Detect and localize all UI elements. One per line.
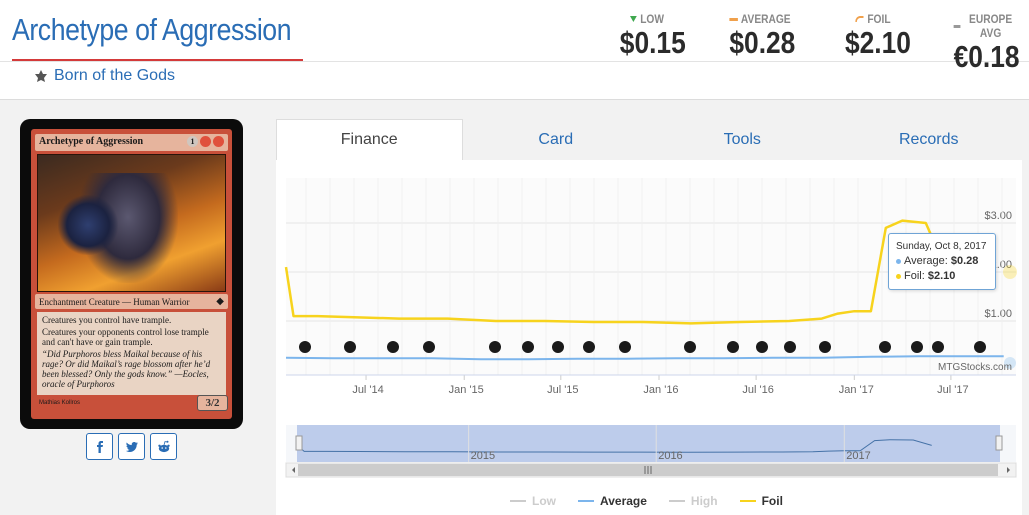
set-symbol-icon: [583, 341, 595, 353]
y-tick-label: $3.00: [984, 210, 1012, 222]
set-symbol-icon: [684, 341, 696, 353]
legend-item-average[interactable]: Average: [578, 494, 647, 508]
set-symbol-icon: [387, 341, 399, 353]
x-tick-label: Jan '15: [449, 384, 484, 396]
tooltip-foil-value: $2.10: [927, 270, 956, 282]
navigator-year-label: 2015: [471, 450, 495, 462]
set-symbol-icon: [932, 341, 944, 353]
set-symbol-icon: [727, 341, 739, 353]
set-symbol-icon: [784, 341, 796, 353]
set-symbol-icon: [619, 341, 631, 353]
navigator-handle: [295, 435, 303, 451]
set-symbol-icon: [344, 341, 356, 353]
navigator-selection: [297, 425, 1000, 462]
x-tick-label: Jul '14: [352, 384, 383, 396]
chart-legend: Low Average High Foil: [510, 494, 783, 508]
set-symbol-icon: [489, 341, 501, 353]
price-chart[interactable]: $1.00$2.00$3.00Jul '14 Jan '15 Jul '15 Jan …: [0, 0, 1029, 515]
chart-credit: MTGStocks.com: [938, 362, 1012, 373]
legend-item-foil[interactable]: Foil: [739, 494, 783, 508]
tooltip-average-value: $0.28: [950, 255, 979, 267]
set-symbol-icon: [819, 341, 831, 353]
set-symbol-icon: [911, 341, 923, 353]
set-symbol-icon: [423, 341, 435, 353]
navigator-year-label: 2016: [658, 450, 682, 462]
navigator-year-label: 2017: [846, 450, 870, 462]
x-tick-label: Jul '17: [937, 384, 968, 396]
set-symbol-icon: [756, 341, 768, 353]
x-tick-label: Jul '15: [547, 384, 578, 396]
navigator-handle: [995, 435, 1003, 451]
x-tick-label: Jan '17: [839, 384, 874, 396]
x-tick-label: Jul '16: [742, 384, 773, 396]
y-tick-label: $1.00: [984, 308, 1012, 320]
legend-item-high[interactable]: High: [668, 494, 718, 508]
chart-tooltip: Sunday, Oct 8, 2017 Average: $0.28 Foil:…: [888, 233, 996, 290]
set-symbol-icon: [522, 341, 534, 353]
legend-item-low[interactable]: Low: [510, 494, 556, 508]
set-symbol-icon: [552, 341, 564, 353]
set-symbol-icon: [879, 341, 891, 353]
x-tick-label: Jan '16: [643, 384, 678, 396]
set-symbol-icon: [974, 341, 986, 353]
hover-marker-foil: [1003, 265, 1017, 279]
tooltip-date: Sunday, Oct 8, 2017: [896, 241, 987, 252]
set-symbol-icon: [299, 341, 311, 353]
